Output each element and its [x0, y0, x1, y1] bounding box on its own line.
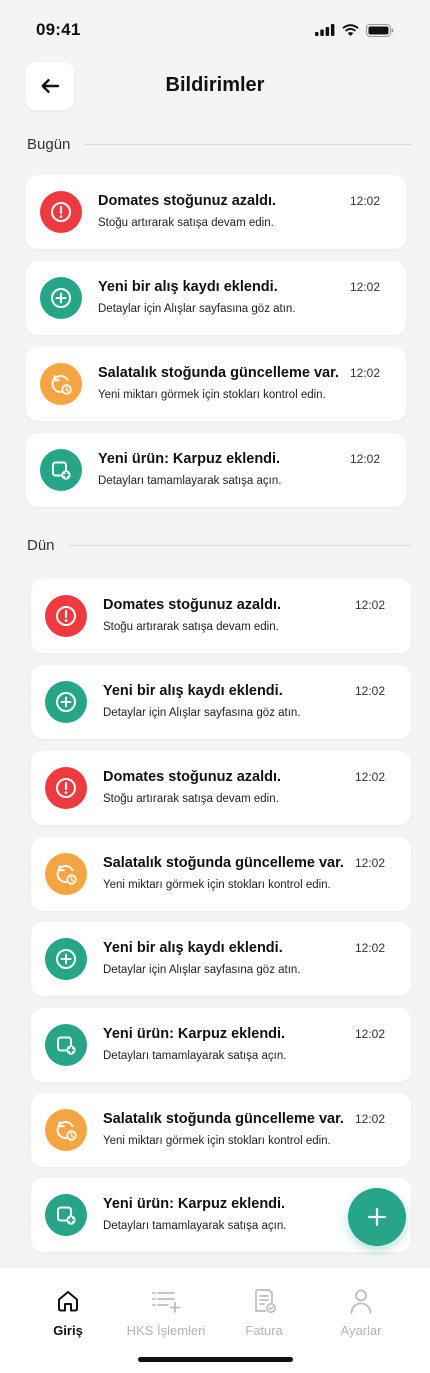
notification-time: 12:02 — [354, 856, 385, 870]
plus-circle-icon — [45, 681, 87, 723]
invoice-icon — [214, 1286, 314, 1316]
header: Bildirimler — [0, 62, 430, 112]
notification-time: 12:02 — [354, 941, 385, 955]
plus-circle-icon — [40, 277, 82, 319]
notification-description: Detaylar için Alışlar sayfasına göz atın… — [103, 707, 301, 719]
nav-item-user[interactable]: Ayarlar — [311, 1286, 411, 1338]
notification-card[interactable]: Domates stoğunuz azaldı. Stoğu artırarak … — [31, 579, 411, 653]
notification-card[interactable]: Yeni ürün: Karpuz eklendi. Detayları tama… — [26, 433, 406, 507]
refresh-clock-icon — [40, 363, 82, 405]
signal-icon — [315, 24, 335, 36]
notification-description: Yeni miktarı görmek için stokları kontro… — [103, 879, 331, 891]
notification-card[interactable]: Salatalık stoğunda güncelleme var. Yeni m… — [31, 1093, 411, 1167]
status-time: 09:41 — [36, 20, 81, 39]
notification-description: Stoğu artırarak satışa devam edin. — [103, 621, 279, 633]
notification-description: Detayları tamamlayarak satışa açın. — [103, 1220, 287, 1232]
alert-icon — [40, 191, 82, 233]
notification-title: Yeni ürün: Karpuz eklendi. — [103, 1026, 286, 1042]
battery-icon — [366, 23, 394, 37]
nav-label: Fatura — [245, 1323, 283, 1338]
notification-description: Detaylar için Alışlar sayfasına göz atın… — [103, 964, 301, 976]
notification-time: 12:02 — [354, 1027, 385, 1041]
nav-label: Giriş — [53, 1323, 83, 1338]
notification-card[interactable]: Yeni bir alış kaydı eklendi. Detaylar içi… — [31, 922, 411, 996]
notification-description: Detaylar için Alışlar sayfasına göz atın… — [98, 303, 296, 315]
new-product-icon — [40, 449, 82, 491]
notification-title: Domates stoğunuz azaldı. — [103, 769, 282, 785]
nav-item-invoice[interactable]: Fatura — [214, 1286, 314, 1338]
new-product-icon — [45, 1024, 87, 1066]
notification-description: Stoğu artırarak satışa devam edin. — [103, 793, 279, 805]
notification-card[interactable]: Domates stoğunuz azaldı. Stoğu artırarak … — [26, 175, 406, 249]
list-add-icon — [116, 1286, 216, 1316]
section-label: Bugün — [27, 135, 71, 153]
notification-time: 12:02 — [354, 770, 385, 784]
section-header: Dün — [27, 535, 412, 555]
nav-label: HKS İşlemleri — [126, 1323, 206, 1338]
refresh-clock-icon — [45, 1109, 87, 1151]
add-button[interactable] — [348, 1188, 406, 1246]
notification-title: Yeni bir alış kaydı eklendi. — [103, 940, 283, 956]
notification-title: Yeni bir alış kaydı eklendi. — [103, 683, 283, 699]
notification-time: 12:02 — [354, 1112, 385, 1126]
nav-item-list-add[interactable]: HKS İşlemleri — [116, 1286, 216, 1338]
notification-card[interactable]: Domates stoğunuz azaldı. Stoğu artırarak … — [31, 751, 411, 825]
page-title: Bildirimler — [165, 74, 265, 96]
notification-time: 12:02 — [354, 684, 385, 698]
notification-time: 12:02 — [349, 280, 380, 294]
section-divider — [68, 544, 412, 546]
notification-title: Yeni ürün: Karpuz eklendi. — [98, 451, 281, 467]
notification-description: Detayları tamamlayarak satışa açın. — [103, 1050, 287, 1062]
alert-icon — [45, 595, 87, 637]
section-label: Dün — [27, 536, 55, 554]
status-bar: 09:41 — [0, 0, 430, 60]
notification-card[interactable]: Salatalık stoğunda güncelleme var. Yeni m… — [31, 837, 411, 911]
new-product-icon — [45, 1194, 87, 1236]
notification-title: Yeni ürün: Karpuz eklendi. — [103, 1196, 286, 1212]
notification-title: Domates stoğunuz azaldı. — [103, 597, 282, 613]
notification-card[interactable]: Yeni bir alış kaydı eklendi. Detaylar içi… — [26, 261, 406, 335]
notification-description: Stoğu artırarak satışa devam edin. — [98, 217, 274, 229]
notification-card[interactable]: Yeni ürün: Karpuz eklendi. Detayları tama… — [31, 1008, 411, 1082]
refresh-clock-icon — [45, 853, 87, 895]
alert-icon — [45, 767, 87, 809]
plus-circle-icon — [45, 938, 87, 980]
nav-label: Ayarlar — [340, 1323, 382, 1338]
status-icons — [315, 23, 394, 37]
notification-card[interactable]: Yeni bir alış kaydı eklendi. Detaylar içi… — [31, 665, 411, 739]
notification-description: Yeni miktarı görmek için stokları kontro… — [103, 1135, 331, 1147]
notification-time: 12:02 — [354, 598, 385, 612]
wifi-icon — [342, 24, 359, 36]
notification-card[interactable]: Salatalık stoğunda güncelleme var. Yeni m… — [26, 347, 406, 421]
plus-icon — [367, 1207, 387, 1227]
notification-time: 12:02 — [349, 194, 380, 208]
notification-description: Detayları tamamlayarak satışa açın. — [98, 475, 282, 487]
home-indicator — [138, 1357, 293, 1362]
notification-title: Salatalık stoğunda güncelleme var. — [103, 855, 344, 871]
notification-title: Salatalık stoğunda güncelleme var. — [98, 365, 339, 381]
notification-title: Salatalık stoğunda güncelleme var. — [103, 1111, 344, 1127]
section-header: Bugün — [27, 134, 412, 154]
section-divider — [84, 143, 412, 145]
user-icon — [311, 1286, 411, 1316]
home-icon — [18, 1286, 118, 1316]
notification-title: Domates stoğunuz azaldı. — [98, 193, 277, 209]
notification-title: Yeni bir alış kaydı eklendi. — [98, 279, 278, 295]
notification-time: 12:02 — [349, 452, 380, 466]
nav-item-home[interactable]: Giriş — [18, 1286, 118, 1338]
notification-time: 12:02 — [349, 366, 380, 380]
notification-description: Yeni miktarı görmek için stokları kontro… — [98, 389, 326, 401]
